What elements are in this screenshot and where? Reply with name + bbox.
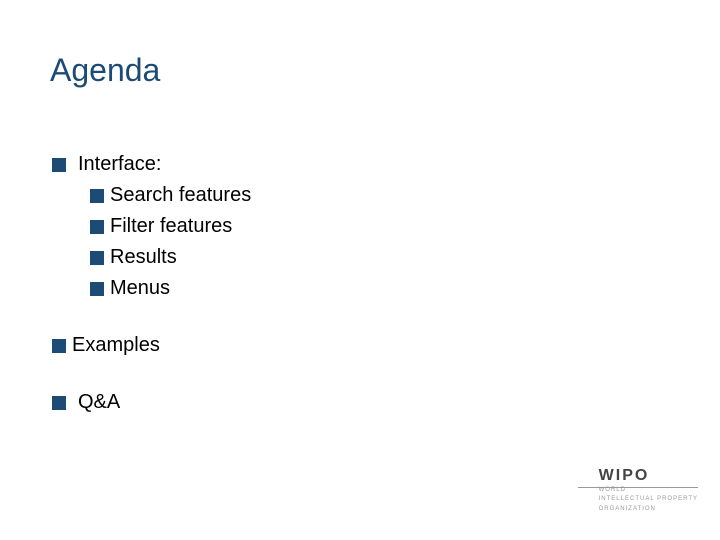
list-item-label: Q&A: [78, 388, 120, 417]
square-bullet-icon: [90, 189, 104, 203]
list-item-label: Search features: [110, 181, 251, 210]
spacer: [52, 305, 251, 331]
list-item-label: Filter features: [110, 212, 232, 241]
list-item-interface: Interface:: [52, 150, 251, 179]
list-item-label: Interface:: [78, 150, 161, 179]
list-item-filter: Filter features: [90, 212, 251, 241]
list-item-menus: Menus: [90, 274, 251, 303]
list-item-search: Search features: [90, 181, 251, 210]
slide: Agenda Interface: Search features Filter…: [0, 0, 720, 540]
wipo-brand: WIPO: [599, 467, 698, 485]
square-bullet-icon: [90, 251, 104, 265]
square-bullet-icon: [52, 339, 66, 353]
list-item-examples: Examples: [52, 331, 251, 360]
agenda-list: Interface: Search features Filter featur…: [52, 150, 251, 419]
list-item-label: Menus: [110, 274, 170, 303]
list-item-label: Results: [110, 243, 177, 272]
square-bullet-icon: [90, 220, 104, 234]
list-item-qa: Q&A: [52, 388, 251, 417]
list-item-results: Results: [90, 243, 251, 272]
square-bullet-icon: [52, 396, 66, 410]
list-item-label: Examples: [72, 331, 160, 360]
wipo-sub1: WORLD: [599, 487, 698, 495]
square-bullet-icon: [52, 158, 66, 172]
wipo-sub2: INTELLECTUAL PROPERTY: [599, 496, 698, 504]
spacer: [52, 362, 251, 388]
wipo-logo: WIPO WORLD INTELLECTUAL PROPERTY ORGANIZ…: [599, 467, 698, 514]
wipo-sub3: ORGANIZATION: [599, 506, 698, 514]
slide-title: Agenda: [50, 52, 160, 89]
square-bullet-icon: [90, 282, 104, 296]
